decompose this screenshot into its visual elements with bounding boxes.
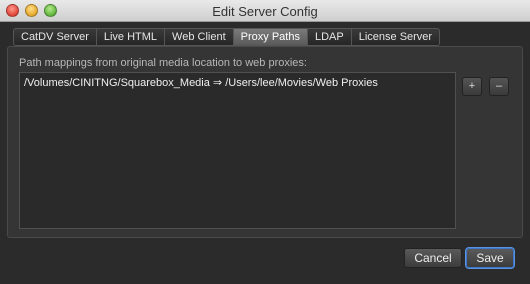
path-mappings-label: Path mappings from original media locati… xyxy=(19,57,307,69)
list-item[interactable]: /Volumes/CINITNG/Squarebox_Media ⇒ /User… xyxy=(20,73,455,92)
tab-catdv-server[interactable]: CatDV Server xyxy=(13,28,97,46)
proxy-paths-panel: Path mappings from original media locati… xyxy=(7,46,523,238)
tab-ldap[interactable]: LDAP xyxy=(307,28,352,46)
add-mapping-button[interactable]: + xyxy=(462,77,482,96)
tab-proxy-paths[interactable]: Proxy Paths xyxy=(233,28,308,46)
remove-mapping-button[interactable]: – xyxy=(489,77,509,96)
save-button[interactable]: Save xyxy=(466,248,514,268)
cancel-button[interactable]: Cancel xyxy=(404,248,462,268)
tab-bar: CatDV Server Live HTML Web Client Proxy … xyxy=(13,28,441,46)
title-bar: Edit Server Config xyxy=(0,0,530,22)
tab-live-html[interactable]: Live HTML xyxy=(96,28,166,46)
window-title: Edit Server Config xyxy=(212,4,318,19)
tab-license-server[interactable]: License Server xyxy=(351,28,441,46)
tab-web-client[interactable]: Web Client xyxy=(165,28,234,46)
path-mappings-list[interactable]: /Volumes/CINITNG/Squarebox_Media ⇒ /User… xyxy=(19,72,456,229)
